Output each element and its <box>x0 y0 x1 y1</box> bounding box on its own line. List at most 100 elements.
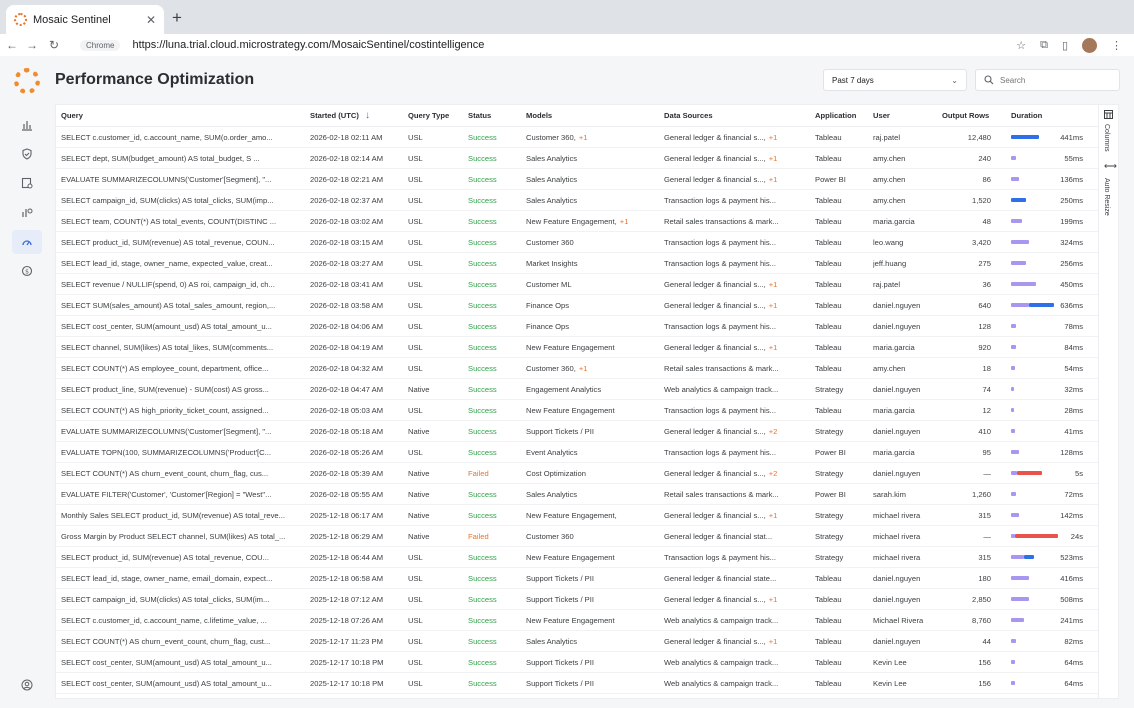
table-row[interactable]: SELECT product_id, SUM(revenue) AS total… <box>56 547 1098 568</box>
started-cell: 2026-02-18 05:03 AM <box>310 405 384 415</box>
table-row[interactable]: SELECT COUNT(*) AS high_priority_ticket_… <box>56 400 1098 421</box>
browser-tab[interactable]: Mosaic Sentinel ✕ <box>6 5 164 34</box>
more-sources-badge[interactable]: +1 <box>769 175 778 184</box>
nav-performance-gauge-icon[interactable] <box>12 230 42 254</box>
close-tab-icon[interactable]: ✕ <box>146 13 156 27</box>
site-chip[interactable]: Chrome <box>80 39 121 51</box>
col-status[interactable]: Status <box>468 105 526 126</box>
table-row[interactable]: EVALUATE TOPN(100, SUMMARIZECOLUMNS('Pro… <box>56 442 1098 463</box>
nav-report-icon[interactable] <box>12 171 42 195</box>
data-sources-cell: General ledger & financial state... <box>664 568 812 588</box>
col-output-rows[interactable]: Output Rows <box>942 105 992 126</box>
profile-avatar[interactable] <box>1082 37 1097 53</box>
table-row[interactable]: SELECT COUNT(*) AS employee_count, depar… <box>56 358 1098 379</box>
application-cell: Strategy <box>815 384 844 394</box>
nav-analysis-icon[interactable] <box>12 200 42 224</box>
table-row[interactable]: EVALUATE SUMMARIZECOLUMNS('Customer'[Seg… <box>56 421 1098 442</box>
duration-bar-segment <box>1011 597 1029 601</box>
more-sources-badge[interactable]: +1 <box>769 511 778 520</box>
table-row[interactable]: SELECT channel, SUM(likes) AS total_like… <box>56 337 1098 358</box>
col-query-type[interactable]: Query Type <box>408 105 466 126</box>
col-duration[interactable]: Duration <box>1011 105 1091 126</box>
output-rows-cell: — <box>983 468 991 478</box>
nav-cost-icon[interactable]: $ <box>12 259 42 283</box>
auto-resize-icon[interactable]: ⟷ <box>1104 161 1117 172</box>
nav-shield-icon[interactable] <box>12 142 42 166</box>
table-row[interactable]: SELECT cost_center, SUM(amount_usd) AS t… <box>56 652 1098 673</box>
columns-icon[interactable] <box>1104 110 1113 119</box>
duration-cell: 54ms <box>1064 363 1083 373</box>
table-row[interactable]: SELECT c.customer_id, c.account_name, SU… <box>56 127 1098 148</box>
user-cell: daniel.nguyen <box>873 321 921 331</box>
table-row[interactable]: EVALUATE SUMMARIZECOLUMNS('Customer'[Seg… <box>56 169 1098 190</box>
query-cell: SELECT COUNT(*) AS churn_event_count, ch… <box>61 636 271 646</box>
col-started[interactable]: Started (UTC) ↓ <box>310 105 405 126</box>
table-row[interactable]: SELECT COUNT(*) AS churn_event_count, ch… <box>56 631 1098 652</box>
more-sources-badge[interactable]: +1 <box>769 133 778 142</box>
models-cell: Sales Analytics <box>526 190 661 210</box>
auto-resize-label[interactable]: Auto Resize <box>1103 178 1110 216</box>
browser-menu-icon[interactable]: ⋮ <box>1111 39 1122 52</box>
search-box[interactable] <box>975 69 1120 91</box>
more-sources-badge[interactable]: +1 <box>769 301 778 310</box>
table-row[interactable]: SELECT dept, SUM(budget_amount) AS total… <box>56 148 1098 169</box>
table-row[interactable]: SELECT lead_id, stage, owner_name, expec… <box>56 253 1098 274</box>
col-user[interactable]: User <box>873 105 943 126</box>
reload-icon[interactable]: ↻ <box>46 38 62 52</box>
extensions-icon[interactable]: ⧉ <box>1040 39 1048 52</box>
table-row[interactable]: SELECT campaign_id, SUM(clicks) AS total… <box>56 589 1098 610</box>
more-sources-badge[interactable]: +2 <box>769 427 778 436</box>
data-sources-cell: Web analytics & campaign track... <box>664 379 812 399</box>
table-row[interactable]: SELECT cost_center, SUM(amount_usd) AS t… <box>56 316 1098 337</box>
col-application[interactable]: Application <box>815 105 873 126</box>
sidepanel-icon[interactable]: ▯ <box>1062 39 1068 52</box>
table-row[interactable]: SELECT team, COUNT(*) AS total_events, C… <box>56 211 1098 232</box>
col-data-sources[interactable]: Data Sources <box>664 105 809 126</box>
started-cell: 2026-02-18 05:18 AM <box>310 426 384 436</box>
status-badge: Success <box>468 405 497 415</box>
tab-title: Mosaic Sentinel <box>33 13 111 26</box>
models-cell: Sales Analytics <box>526 631 661 651</box>
more-sources-badge[interactable]: +1 <box>769 595 778 604</box>
new-tab-icon[interactable]: + <box>172 8 182 28</box>
table-row[interactable]: SELECT cost_center, SUM(amount_usd) AS t… <box>56 673 1098 694</box>
table-row[interactable]: Gross Margin by Product SELECT channel, … <box>56 526 1098 547</box>
table-row[interactable]: Monthly Sales SELECT product_id, SUM(rev… <box>56 505 1098 526</box>
table-row[interactable]: SELECT campaign_id, SUM(clicks) AS total… <box>56 190 1098 211</box>
columns-label[interactable]: Columns <box>1103 124 1110 152</box>
nav-bar-chart-icon[interactable] <box>12 113 42 137</box>
table-row[interactable]: SELECT SUM(sales_amount) AS total_sales_… <box>56 295 1098 316</box>
user-profile-icon[interactable] <box>12 673 42 697</box>
query-type-cell: USL <box>408 237 423 247</box>
more-models-badge[interactable]: +1 <box>579 133 588 142</box>
time-range-select[interactable]: Past 7 days ⌄ <box>823 69 967 91</box>
url-text[interactable]: https://luna.trial.cloud.microstrategy.c… <box>132 39 484 51</box>
status-badge: Success <box>468 489 497 499</box>
status-badge: Success <box>468 342 497 352</box>
output-rows-cell: 74 <box>982 384 991 394</box>
table-row[interactable]: SELECT revenue / NULLIF(spend, 0) AS roi… <box>56 274 1098 295</box>
table-row[interactable]: SELECT product_id, SUM(revenue) AS total… <box>56 232 1098 253</box>
more-sources-badge[interactable]: +1 <box>769 637 778 646</box>
more-models-badge[interactable]: +1 <box>579 364 588 373</box>
sort-down-arrow-icon[interactable]: ↓ <box>365 110 370 121</box>
query-cell: SELECT SUM(sales_amount) AS total_sales_… <box>61 300 276 310</box>
bookmark-star-icon[interactable]: ☆ <box>1016 39 1026 52</box>
more-sources-badge[interactable]: +2 <box>769 469 778 478</box>
back-icon[interactable]: ← <box>4 38 20 52</box>
col-models[interactable]: Models <box>526 105 656 126</box>
col-query[interactable]: Query <box>61 105 301 126</box>
search-input[interactable] <box>1000 75 1110 85</box>
more-sources-badge[interactable]: +1 <box>769 343 778 352</box>
more-models-badge[interactable]: +1 <box>620 217 629 226</box>
status-badge: Success <box>468 678 497 688</box>
forward-icon[interactable]: → <box>24 38 40 52</box>
table-row[interactable]: SELECT c.customer_id, c.account_name, c.… <box>56 610 1098 631</box>
table-row[interactable]: SELECT product_line, SUM(revenue) - SUM(… <box>56 379 1098 400</box>
more-sources-badge[interactable]: +1 <box>769 280 778 289</box>
more-sources-badge[interactable]: +1 <box>769 154 778 163</box>
table-row[interactable]: SELECT lead_id, stage, owner_name, email… <box>56 568 1098 589</box>
table-row[interactable]: SELECT COUNT(*) AS churn_event_count, ch… <box>56 463 1098 484</box>
table-row[interactable]: EVALUATE FILTER('Customer', 'Customer'[R… <box>56 484 1098 505</box>
output-rows-cell: 8,760 <box>971 615 991 625</box>
